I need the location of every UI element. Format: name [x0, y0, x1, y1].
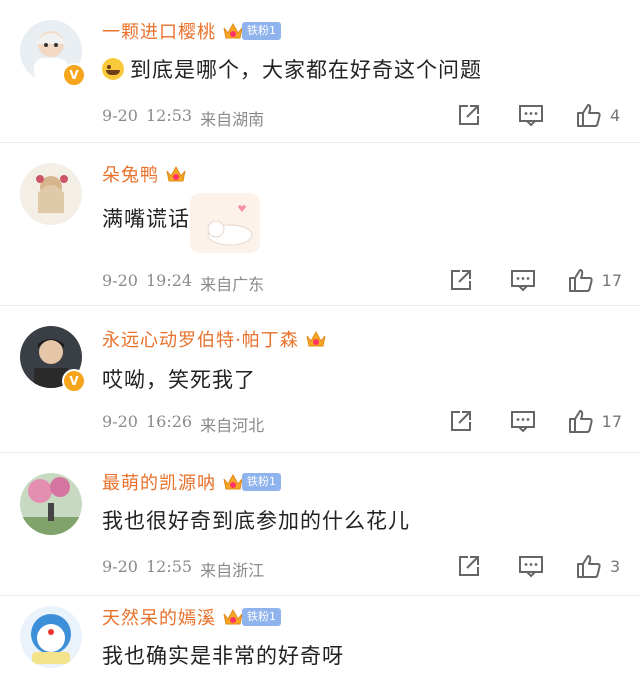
thumbs-up-icon	[568, 269, 593, 292]
comment-text-row: 我也确实是非常的好奇呀	[102, 640, 344, 670]
thumbs-up-icon	[577, 555, 601, 578]
comment-location: 来自浙江	[200, 561, 265, 580]
comment-icon	[510, 411, 535, 433]
comment-text-row: 我也很好奇到底参加的什么花儿	[102, 505, 410, 535]
comment-location: 来自广东	[200, 275, 265, 294]
comment-icon	[519, 105, 543, 127]
share-button[interactable]	[444, 408, 478, 434]
comment-icon	[510, 270, 535, 292]
comment-text-row: 满嘴谎话	[102, 203, 190, 233]
crown-icon	[222, 606, 244, 628]
thumbs-up-icon	[577, 104, 601, 127]
like-count: 3	[610, 556, 621, 576]
crown-icon	[222, 20, 244, 42]
comment-date: 9-20	[102, 557, 138, 576]
commenter-name[interactable]: 永远心动罗伯特·帕丁森	[102, 326, 299, 352]
fan-level-badge: 铁粉1	[242, 608, 281, 626]
like-button[interactable]: 4	[576, 102, 622, 128]
comment-date: 9-20	[102, 271, 138, 290]
like-count: 17	[601, 270, 622, 290]
comment-item: 朵兔鸭 满嘴谎话 9-20 19:24 来自广东 17	[0, 143, 640, 306]
comment-time: 16:26	[145, 412, 193, 431]
cat-sticker-icon	[190, 193, 260, 253]
comment-location: 来自河北	[200, 416, 265, 435]
like-count: 4	[610, 105, 621, 125]
share-icon	[459, 556, 479, 576]
verified-badge-icon: V	[62, 369, 86, 393]
verified-badge-icon: V	[62, 63, 86, 87]
comment-text: 我也确实是非常的好奇呀	[102, 644, 344, 668]
comment-item: V 一颗进口樱桃 铁粉1 到底是哪个，大家都在好奇这个问题 9-20 12:53…	[0, 0, 640, 143]
comment-text-row: 到底是哪个，大家都在好奇这个问题	[102, 54, 482, 84]
share-button[interactable]	[444, 267, 478, 293]
like-count: 17	[601, 411, 622, 431]
comment-button[interactable]	[514, 102, 548, 128]
fan-level-badge: 铁粉1	[242, 22, 281, 40]
crown-icon	[305, 328, 327, 350]
comment-meta: 9-20 12:53 来自湖南	[102, 106, 264, 130]
like-button[interactable]: 17	[568, 408, 622, 434]
comment-icon	[519, 556, 543, 578]
share-button[interactable]	[452, 102, 486, 128]
crown-icon	[165, 163, 187, 185]
comment-button[interactable]	[506, 408, 540, 434]
comment-text-row: 哎呦，笑死我了	[102, 364, 256, 394]
comment-text: 到底是哪个，大家都在好奇这个问题	[130, 58, 482, 82]
avatar[interactable]	[20, 473, 82, 535]
comment-meta: 9-20 19:24 来自广东	[102, 271, 264, 295]
like-button[interactable]: 3	[576, 553, 622, 579]
laughing-cry-emoji-icon	[102, 58, 124, 80]
commenter-name[interactable]: 天然呆的嫣溪	[102, 604, 216, 630]
comment-time: 12:53	[145, 106, 193, 125]
fan-level-badge: 铁粉1	[242, 473, 281, 491]
thumbs-up-icon	[568, 410, 593, 433]
like-button[interactable]: 17	[568, 267, 622, 293]
commenter-name[interactable]: 朵兔鸭	[102, 161, 159, 187]
commenter-name[interactable]: 最萌的凯源呐	[102, 469, 216, 495]
comment-time: 12:55	[145, 557, 193, 576]
share-button[interactable]	[452, 553, 486, 579]
comment-text: 哎呦，笑死我了	[102, 368, 256, 392]
comment-date: 9-20	[102, 106, 138, 125]
comment-button[interactable]	[514, 553, 548, 579]
comment-text: 满嘴谎话	[102, 207, 190, 231]
comment-item: 最萌的凯源呐 铁粉1 我也很好奇到底参加的什么花儿 9-20 12:55 来自浙…	[0, 453, 640, 596]
crown-icon	[222, 471, 244, 493]
comment-location: 来自湖南	[200, 110, 265, 129]
comment-date: 9-20	[102, 412, 138, 431]
comment-item: V 永远心动罗伯特·帕丁森 哎呦，笑死我了 9-20 16:26 来自河北 17	[0, 306, 640, 453]
share-icon	[450, 270, 471, 290]
comment-meta: 9-20 16:26 来自河北	[102, 412, 264, 436]
avatar[interactable]	[20, 606, 82, 668]
comment-item: 天然呆的嫣溪 铁粉1 我也确实是非常的好奇呀	[0, 596, 640, 678]
comment-time: 19:24	[145, 271, 193, 290]
commenter-name[interactable]: 一颗进口樱桃	[102, 18, 216, 44]
share-icon	[450, 411, 471, 431]
comment-button[interactable]	[506, 267, 540, 293]
comment-text: 我也很好奇到底参加的什么花儿	[102, 509, 410, 533]
avatar[interactable]	[20, 163, 82, 225]
comment-meta: 9-20 12:55 来自浙江	[102, 557, 264, 581]
share-icon	[459, 105, 479, 125]
